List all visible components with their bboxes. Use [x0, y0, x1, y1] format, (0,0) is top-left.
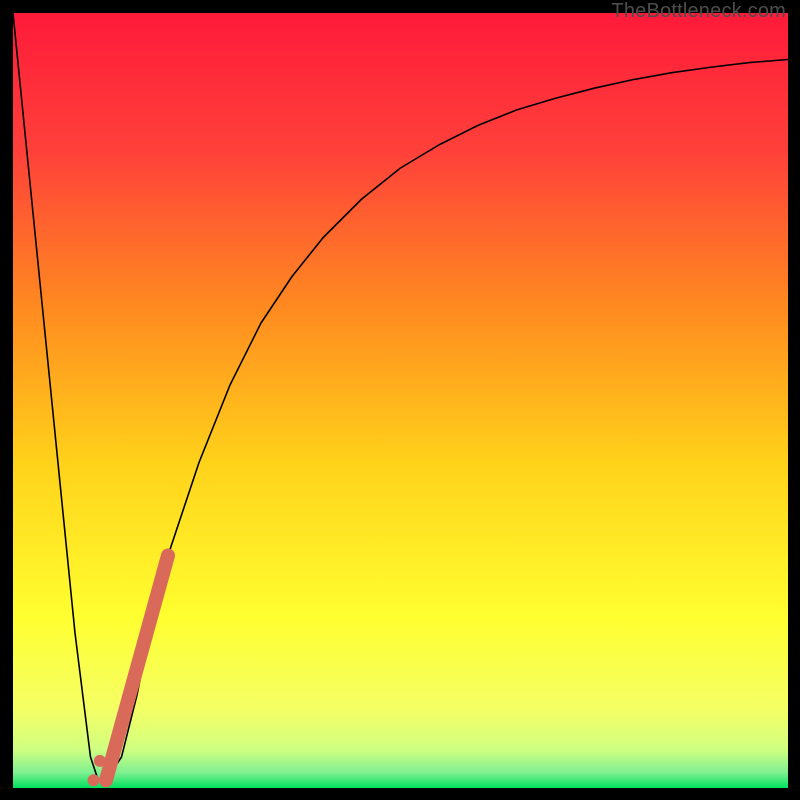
marker-segment: [106, 556, 168, 781]
chart-svg: [13, 13, 788, 788]
watermark-text: TheBottleneck.com: [611, 0, 786, 23]
bottleneck-curve: [13, 13, 788, 780]
marker-dot-2: [88, 774, 100, 786]
plot-area: [13, 13, 788, 788]
chart-frame: TheBottleneck.com: [0, 0, 800, 800]
marker-dot-1: [94, 755, 106, 767]
